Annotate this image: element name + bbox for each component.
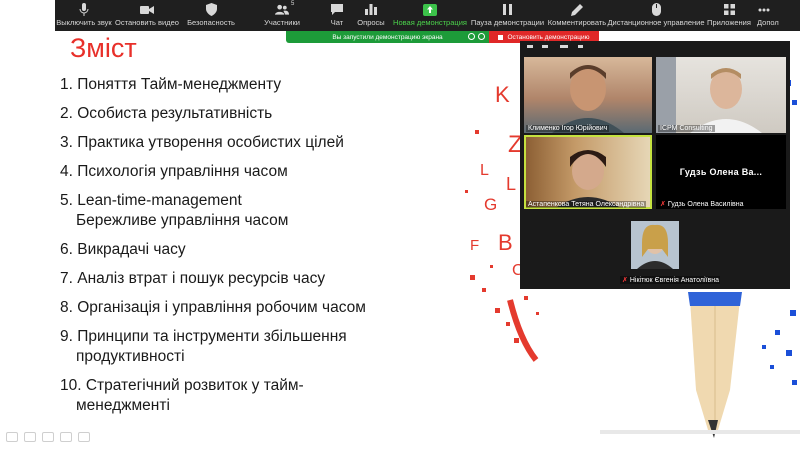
remote-control-button[interactable]: Дистанционное управление [607, 0, 705, 31]
mute-label: Выключить звук [56, 18, 112, 27]
security-button[interactable]: Безопасность [181, 0, 241, 31]
pen-icon[interactable] [42, 432, 54, 442]
toc-item: 6. Викрадачі часу [60, 241, 186, 258]
slide-navigation-tools [6, 432, 90, 442]
new-share-button[interactable]: Новая демонстрация [391, 0, 469, 31]
annotate-button[interactable]: Комментировать [546, 0, 608, 31]
gallery-header [520, 41, 790, 53]
sharing-status-bar: Вы запустили демонстрацию экрана [286, 31, 489, 43]
chat-button[interactable]: Чат [323, 0, 351, 31]
security-label: Безопасность [187, 18, 235, 27]
decor-letter: B [498, 230, 513, 255]
shield-icon [204, 3, 218, 16]
prev-slide-icon[interactable] [6, 432, 18, 442]
video-gallery: Клименко Ігор Юрійович ICPM Consulting А… [520, 41, 790, 289]
annotate-icon [570, 3, 584, 16]
participant-video [552, 65, 624, 133]
video-tile[interactable]: ✗ Нікітюк Євгенія Анатоліївна [590, 213, 720, 285]
share-screen-icon [423, 3, 437, 16]
toc-item-continuation: продуктивності [76, 348, 185, 365]
toc-item: 7. Аналіз втрат і пошук ресурсів часу [60, 270, 326, 287]
participant-name: Астапенкова Тетяна Олександрівна [526, 201, 647, 208]
apps-label: Приложения [707, 18, 751, 27]
toc-item-continuation: менеджменті [76, 397, 170, 414]
video-tile[interactable]: ICPM Consulting [656, 57, 786, 133]
more-label: Допол [757, 18, 779, 27]
toc-item: 4. Психологія управління часом [60, 163, 288, 180]
toc-item: 3. Практика утворення особистих цілей [60, 134, 344, 151]
pause-icon [501, 3, 515, 16]
participants-icon [275, 3, 289, 16]
more-icon [757, 3, 771, 16]
grid-icon[interactable] [560, 45, 568, 48]
pause-share-button[interactable]: Пауза демонстрации [469, 0, 546, 31]
stop-icon [498, 34, 504, 40]
participants-button[interactable]: 5 Участники [241, 0, 323, 31]
meeting-toolbar: Выключить звук Остановить видео Безопасн… [55, 0, 800, 31]
participant-display-name: Гудзь Олена Ва... [679, 167, 763, 177]
sharing-info-icon[interactable] [468, 33, 475, 40]
decor-letter: L [480, 162, 489, 179]
remote-control-icon [649, 3, 663, 16]
participant-video [554, 150, 622, 209]
decor-letter: F [470, 237, 479, 254]
expand-icon[interactable] [578, 45, 583, 48]
participants-label: Участники [264, 18, 300, 27]
toc-item: 5. Lean-time-management [60, 192, 242, 209]
chat-label: Чат [330, 18, 344, 27]
muted-microphone-icon: ✗ [660, 201, 666, 208]
table-of-contents: 1. Поняття Тайм-менеджменту 2. Особиста … [60, 75, 366, 416]
apps-button[interactable]: Приложения [704, 0, 754, 31]
pause-share-label: Пауза демонстрации [470, 18, 545, 27]
next-slide-icon[interactable] [24, 432, 36, 442]
sharing-status-text: Вы запустили демонстрацию экрана [332, 33, 443, 41]
view-icon[interactable] [542, 45, 548, 48]
polls-icon [364, 3, 378, 16]
search-icon[interactable] [60, 432, 72, 442]
participant-name-with-mute: ✗ Нікітюк Євгенія Анатоліївна [620, 276, 720, 284]
decor-letter: K [495, 82, 510, 107]
video-camera-icon [140, 3, 154, 16]
toc-item-continuation: Бережливе управління часом [76, 212, 289, 229]
toc-item: 8. Організація і управління робочим часо… [60, 299, 366, 316]
apps-icon [722, 3, 736, 16]
minimize-icon[interactable] [527, 45, 533, 48]
participant-name: ICPM Consulting [658, 125, 715, 132]
stop-share-label: Остановить демонстрацию [507, 33, 590, 41]
participant-photo [631, 221, 679, 269]
toc-item: 9. Принципи та інструменти збільшення [60, 328, 347, 345]
toc-item: 1. Поняття Тайм-менеджменту [60, 76, 282, 93]
sharing-security-icon[interactable] [478, 33, 485, 40]
participant-video [656, 57, 762, 133]
stop-video-button[interactable]: Остановить видео [113, 0, 181, 31]
remote-control-label: Дистанционное управление [607, 18, 705, 27]
new-share-label: Новая демонстрация [393, 18, 467, 27]
mute-button[interactable]: Выключить звук [55, 0, 113, 31]
toc-item: 10. Стратегічний розвиток у тайм- [60, 377, 304, 394]
polls-button[interactable]: Опросы [351, 0, 391, 31]
stop-video-label: Остановить видео [115, 18, 179, 27]
participant-name: Гудзь Олена Василівна [667, 201, 744, 208]
toc-item: 2. Особиста результативність [60, 105, 273, 122]
menu-icon[interactable] [78, 432, 90, 442]
participant-name: Клименко Ігор Юрійович [526, 125, 610, 132]
video-tile-active-speaker[interactable]: Астапенкова Тетяна Олександрівна [524, 135, 652, 209]
decor-letter: G [484, 195, 497, 214]
participants-count: 5 [291, 1, 295, 7]
chat-icon [330, 3, 344, 16]
muted-microphone-icon: ✗ [622, 277, 628, 284]
decor-letter: L [506, 174, 516, 194]
video-tile-camera-off[interactable]: Гудзь Олена Ва... ✗ Гудзь Олена Василівна [656, 135, 786, 209]
annotate-label: Комментировать [547, 18, 607, 27]
slide-title: Зміст [70, 33, 137, 63]
more-button[interactable]: Допол [754, 0, 784, 31]
participant-name: Нікітюк Євгенія Анатоліївна [629, 277, 719, 284]
participant-name-with-mute: ✗ Гудзь Олена Василівна [658, 200, 746, 208]
microphone-icon [77, 3, 91, 16]
video-tile[interactable]: Клименко Ігор Юрійович [524, 57, 652, 133]
polls-label: Опросы [357, 18, 385, 27]
